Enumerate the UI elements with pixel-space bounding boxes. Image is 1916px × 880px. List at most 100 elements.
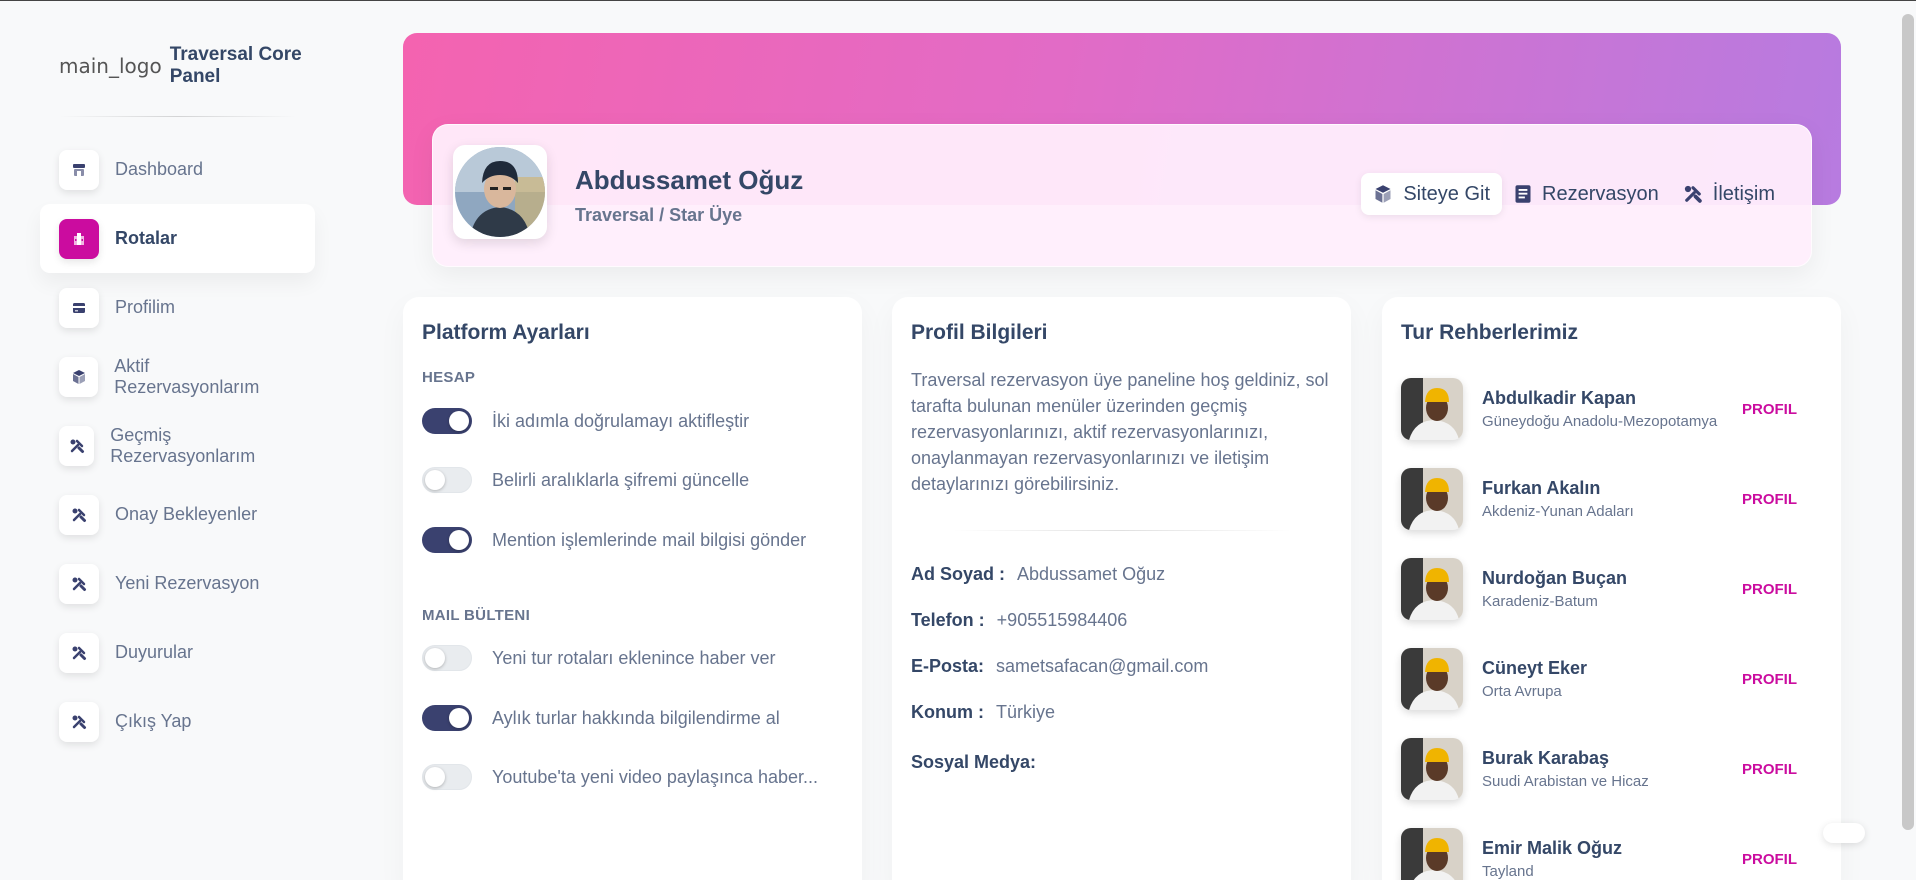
info-value: +905515984406 — [996, 610, 1128, 630]
sidebar-item-gecmis-rezervasyonlarim[interactable]: Geçmiş Rezervasyonlarım — [40, 411, 315, 480]
info-row-phone: Telefon : +905515984406 — [911, 610, 1127, 631]
guide-location: Karadeniz-Batum — [1482, 593, 1598, 610]
info-row-location: Konum : Türkiye — [911, 702, 1055, 723]
toggle-row: Belirli aralıklarla şifremi güncelle — [422, 467, 749, 493]
guide-text: Abdulkadir Kapan Güneydoğu Anadolu-Mezop… — [1482, 388, 1742, 430]
guide-name: Emir Malik Oğuz — [1482, 838, 1623, 858]
sidebar-item-onay-bekleyenler[interactable]: Onay Bekleyenler — [40, 480, 315, 549]
guide-avatar — [1401, 828, 1463, 880]
profile-header-card: Abdussamet Oğuz Traversal / Star Üye Sit… — [432, 124, 1812, 267]
toggle-label: Aylık turlar hakkında bilgilendirme al — [492, 707, 780, 728]
guide-profile-link[interactable]: PROFIL — [1742, 671, 1797, 688]
toggle-youtube-notify[interactable] — [422, 764, 472, 790]
brand[interactable]: main_logo Traversal Core Panel — [40, 30, 315, 102]
guide-location: Suudi Arabistan ve Hicaz — [1482, 773, 1649, 790]
sidebar: main_logo Traversal Core Panel Dashboard… — [40, 30, 315, 870]
info-key: Telefon : — [911, 610, 985, 630]
toggle-row: Mention işlemlerinde mail bilgisi gönder — [422, 527, 806, 553]
toggle-row: Youtube'ta yeni video paylaşınca haber..… — [422, 764, 818, 790]
guide-location: Tayland — [1482, 863, 1534, 880]
sidebar-item-duyurular[interactable]: Duyurular — [40, 618, 315, 687]
toggle-new-route-notify[interactable] — [422, 645, 472, 671]
guide-list-item: Burak Karabaş Suudi Arabistan ve Hicaz P… — [1401, 738, 1816, 800]
floating-settings-button[interactable] — [1823, 823, 1865, 843]
guide-name: Cüneyt Eker — [1482, 658, 1588, 678]
guide-text: Emir Malik Oğuz Tayland — [1482, 838, 1742, 880]
profile-name: Abdussamet Oğuz — [575, 165, 804, 195]
toggle-two-factor[interactable] — [422, 408, 472, 434]
guide-avatar — [1401, 558, 1463, 620]
info-row-fullname: Ad Soyad : Abdussamet Oğuz — [911, 564, 1165, 585]
tab-siteye-git[interactable]: Siteye Git — [1361, 173, 1503, 215]
shop-icon — [59, 149, 99, 190]
sidebar-item-aktif-rezervasyonlarim[interactable]: Aktif Rezervasyonlarım — [40, 342, 315, 411]
section-title-mail: MAIL BÜLTENI — [422, 607, 531, 624]
tab-label: İletişim — [1712, 182, 1775, 205]
guide-profile-link[interactable]: PROFIL — [1742, 581, 1797, 598]
info-value: sametsafacan@gmail.com — [996, 656, 1209, 676]
sidebar-item-label: Aktif Rezervasyonlarım — [114, 355, 260, 397]
guide-location: Orta Avrupa — [1482, 683, 1562, 700]
sidebar-item-cikis-yap[interactable]: Çıkış Yap — [40, 687, 315, 756]
sidebar-item-rotalar[interactable]: Rotalar — [40, 204, 315, 273]
guide-list-item: Emir Malik Oğuz Tayland PROFIL — [1401, 828, 1816, 880]
settings-tools-icon — [59, 494, 99, 535]
profile-tabs: Siteye Git Rezervasyon İletişim — [1361, 173, 1787, 215]
guide-list-item: Furkan Akalın Akdeniz-Yunan Adaları PROF… — [1401, 468, 1816, 530]
window-top-border — [0, 0, 1916, 1]
tab-iletisim[interactable]: İletişim — [1671, 173, 1787, 215]
guide-avatar — [1401, 468, 1463, 530]
profile-intro-text: Traversal rezervasyon üye paneline hoş g… — [911, 370, 1329, 494]
guide-profile-link[interactable]: PROFIL — [1742, 761, 1797, 778]
info-key: Sosyal Medya: — [911, 752, 1037, 772]
guide-name: Nurdoğan Buçan — [1482, 568, 1628, 588]
toggle-knob — [425, 648, 445, 668]
brand-name: Traversal Core Panel — [169, 44, 302, 87]
guide-name: Abdulkadir Kapan — [1482, 388, 1637, 408]
box-3d-icon — [59, 356, 99, 397]
guide-avatar — [1401, 648, 1463, 710]
toggle-label: Youtube'ta yeni video paylaşınca haber..… — [492, 766, 819, 787]
toggle-row: İki adımla doğrulamayı aktifleştir — [422, 408, 749, 434]
sidebar-item-label: Çıkış Yap — [115, 711, 192, 731]
guide-name: Burak Karabaş — [1482, 748, 1610, 768]
cube-icon — [1375, 185, 1391, 203]
main-logo-broken-image: main_logo — [59, 54, 162, 78]
guide-profile-link[interactable]: PROFIL — [1742, 491, 1797, 508]
sidebar-item-profilim[interactable]: Profilim — [40, 273, 315, 342]
toggle-password-rotation[interactable] — [422, 467, 472, 493]
tab-rezervasyon[interactable]: Rezervasyon — [1502, 173, 1671, 215]
sidebar-item-label: Dashboard — [115, 159, 204, 179]
divider — [952, 530, 1292, 531]
toggle-label: Belirli aralıklarla şifremi güncelle — [492, 469, 750, 490]
guide-text: Cüneyt Eker Orta Avrupa — [1482, 658, 1742, 700]
sidebar-item-label: Duyurular — [115, 642, 194, 662]
sidebar-item-label: Rotalar — [115, 228, 178, 248]
credit-card-icon — [59, 287, 99, 328]
guide-avatar — [1401, 738, 1463, 800]
sidebar-item-yeni-rezervasyon[interactable]: Yeni Rezervasyon — [40, 549, 315, 618]
sidebar-item-dashboard[interactable]: Dashboard — [40, 135, 315, 204]
guide-profile-link[interactable]: PROFIL — [1742, 851, 1797, 868]
toggle-knob — [425, 767, 445, 787]
card-title: Profil Bilgileri — [911, 321, 1048, 344]
tab-label: Siteye Git — [1403, 182, 1491, 205]
info-key: E-Posta: — [911, 656, 985, 676]
toggle-knob — [449, 530, 469, 550]
guide-list-item: Cüneyt Eker Orta Avrupa PROFIL — [1401, 648, 1816, 710]
guide-text: Furkan Akalın Akdeniz-Yunan Adaları — [1482, 478, 1742, 520]
info-row-email: E-Posta: sametsafacan@gmail.com — [911, 656, 1208, 677]
toggle-mention-mail[interactable] — [422, 527, 472, 553]
avatar[interactable] — [455, 147, 545, 237]
settings-tools-icon — [59, 425, 95, 466]
info-key: Konum : — [911, 702, 984, 722]
settings-tools-icon — [59, 632, 99, 673]
guide-list-item: Abdulkadir Kapan Güneydoğu Anadolu-Mezop… — [1401, 378, 1816, 440]
page-scrollbar[interactable] — [1902, 14, 1914, 830]
toggle-monthly-tours[interactable] — [422, 705, 472, 731]
sidebar-item-label: Yeni Rezervasyon — [115, 573, 260, 593]
tour-guides-card: Tur Rehberlerimiz Abdulkadir Kapan Güney… — [1382, 297, 1841, 880]
toggle-knob — [425, 470, 445, 490]
guide-profile-link[interactable]: PROFIL — [1742, 401, 1797, 418]
sidebar-item-label: Geçmiş Rezervasyonlarım — [110, 424, 256, 466]
